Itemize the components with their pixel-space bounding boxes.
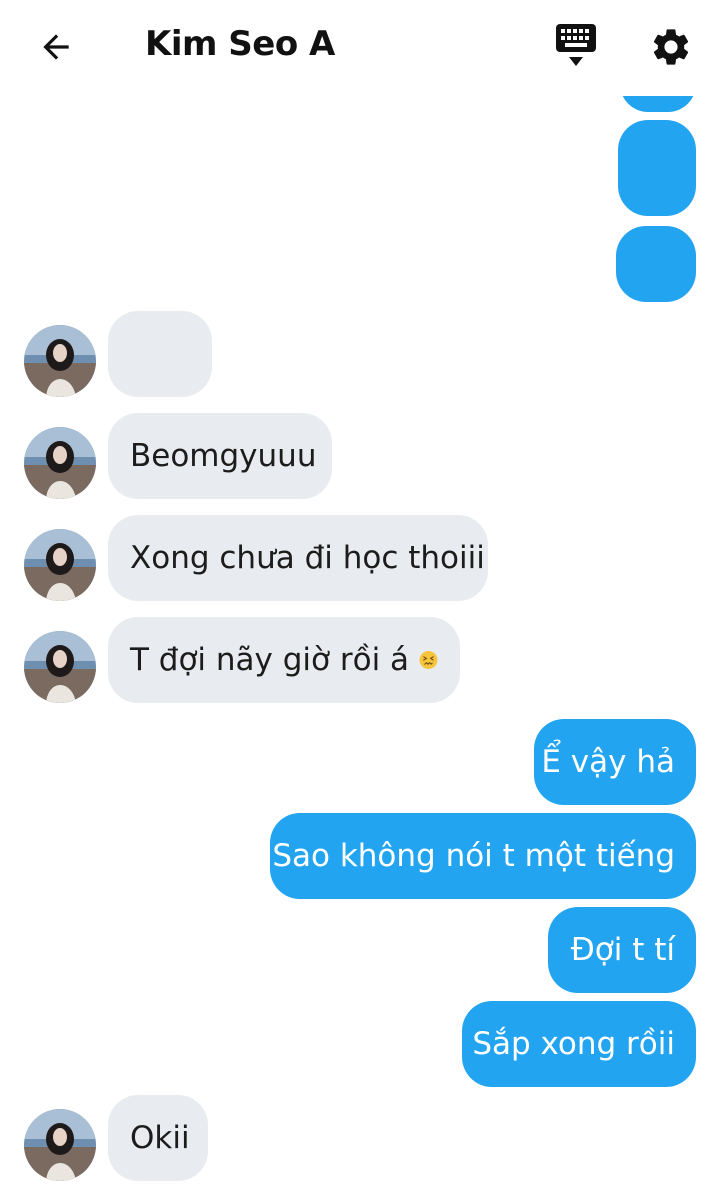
message-bubble-outgoing[interactable]: Ể vậy hả bbox=[534, 719, 696, 805]
arrow-left-icon bbox=[43, 34, 69, 60]
message-list[interactable]: Beomgyuuu Xong chưa đi học thoiii T đợi … bbox=[0, 96, 720, 1204]
message-bubble-outgoing[interactable] bbox=[618, 120, 696, 216]
avatar[interactable] bbox=[24, 1109, 96, 1181]
message-text: Xong chưa đi học thoiii bbox=[130, 539, 485, 576]
avatar-photo-icon bbox=[24, 325, 96, 397]
message-text: Ể vậy hả bbox=[541, 743, 675, 780]
message-bubble-outgoing[interactable] bbox=[616, 226, 696, 302]
message-bubble-outgoing[interactable]: Sắp xong rồii bbox=[462, 1001, 696, 1087]
back-button[interactable] bbox=[28, 22, 84, 72]
message-bubble-incoming[interactable]: Okii bbox=[108, 1095, 208, 1181]
message-bubble-incoming[interactable]: T đợi nãy giờ rồi á bbox=[108, 617, 460, 703]
avatar-photo-icon bbox=[24, 1109, 96, 1181]
settings-button[interactable] bbox=[648, 24, 694, 70]
message-text: Sắp xong rồii bbox=[472, 1025, 675, 1062]
avatar-photo-icon bbox=[24, 427, 96, 499]
message-bubble-incoming[interactable] bbox=[108, 311, 212, 397]
message-text: Beomgyuuu bbox=[130, 437, 317, 474]
avatar-photo-icon bbox=[24, 631, 96, 703]
avatar[interactable] bbox=[24, 325, 96, 397]
keyboard-icon bbox=[556, 24, 596, 66]
chat-header: Kim Seo A bbox=[0, 0, 720, 96]
message-text: T đợi nãy giờ rồi á bbox=[130, 641, 410, 678]
message-text: Okii bbox=[130, 1119, 190, 1156]
contact-name: Kim Seo A bbox=[145, 24, 335, 64]
message-bubble-outgoing[interactable]: Đợi t tí bbox=[548, 907, 696, 993]
confounded-face-icon bbox=[419, 651, 438, 669]
message-bubble-incoming[interactable]: Xong chưa đi học thoiii bbox=[108, 515, 488, 601]
message-text: Sao không nói t một tiếng bbox=[272, 837, 675, 874]
chat-screen: Kim Seo A Beomgyuuu Xong chưa đi học tho… bbox=[0, 0, 720, 1204]
message-bubble-outgoing[interactable]: Sao không nói t một tiếng bbox=[270, 813, 696, 899]
avatar-photo-icon bbox=[24, 529, 96, 601]
message-bubble-outgoing[interactable] bbox=[620, 96, 696, 112]
message-text: Đợi t tí bbox=[570, 931, 675, 968]
message-bubble-incoming[interactable]: Beomgyuuu bbox=[108, 413, 332, 499]
gear-icon bbox=[653, 29, 689, 65]
avatar[interactable] bbox=[24, 631, 96, 703]
avatar[interactable] bbox=[24, 529, 96, 601]
avatar[interactable] bbox=[24, 427, 96, 499]
keyboard-button[interactable] bbox=[552, 22, 600, 72]
